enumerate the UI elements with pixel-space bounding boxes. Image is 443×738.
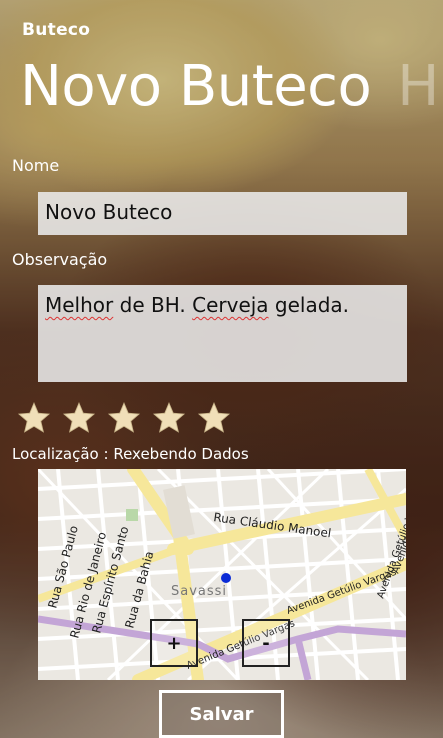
zoom-out-button[interactable]: - (242, 619, 290, 667)
map-view[interactable]: Rua Cláudio Manoel Rua São Paulo Rua Rio… (38, 469, 406, 680)
observation-word: Cerveja (192, 293, 269, 317)
star-icon[interactable] (17, 401, 51, 435)
observation-word: Melhor (45, 293, 114, 317)
star-icon[interactable] (107, 401, 141, 435)
name-input[interactable]: Novo Buteco (38, 192, 407, 235)
name-input-value: Novo Buteco (45, 200, 173, 224)
star-icon[interactable] (152, 401, 186, 435)
star-icon[interactable] (62, 401, 96, 435)
page-title-text: Novo Buteco (20, 54, 372, 119)
rating-stars[interactable] (17, 401, 231, 435)
next-page-title-peek: H (397, 54, 439, 119)
observation-input[interactable]: Melhor de BH. Cerveja gelada. (38, 285, 407, 382)
save-button[interactable]: Salvar (159, 690, 284, 738)
name-label: Nome (12, 156, 60, 175)
location-label: Localização : Rexebendo Dados (12, 445, 249, 463)
district-label: Savassi (171, 584, 227, 599)
page-title: Novo Buteco H (20, 54, 439, 120)
current-location-dot (221, 573, 231, 583)
observation-label: Observação (12, 250, 108, 269)
app-title: Buteco (22, 20, 91, 40)
star-icon[interactable] (197, 401, 231, 435)
zoom-in-button[interactable]: + (150, 619, 198, 667)
map-canvas[interactable]: Rua Cláudio Manoel Rua São Paulo Rua Rio… (38, 469, 406, 680)
observation-word: de (119, 293, 145, 317)
observation-word: gelada. (274, 293, 350, 317)
observation-word: BH. (150, 293, 186, 317)
